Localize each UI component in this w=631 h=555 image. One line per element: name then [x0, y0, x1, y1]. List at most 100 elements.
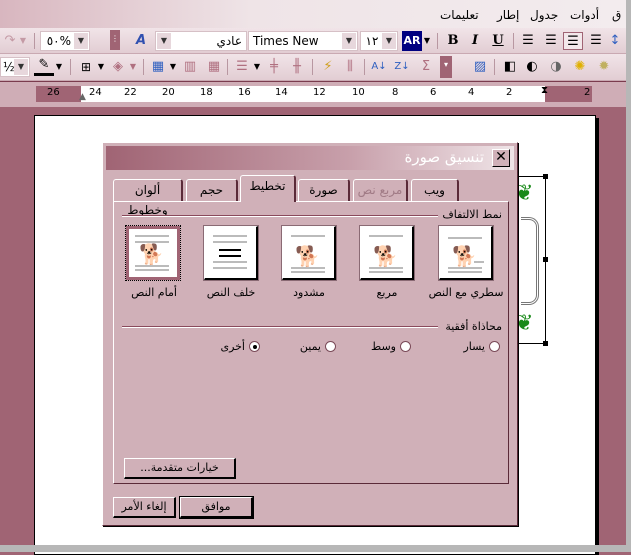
wrap-behind-label: خلف النص [206, 286, 256, 299]
ruler-tick: 10 [352, 87, 365, 98]
ruler-tick: 20 [162, 87, 175, 98]
redo-icon[interactable]: ↷ [0, 32, 20, 50]
align-left-radio[interactable]: يسار [463, 340, 500, 353]
chevron-down-icon[interactable]: ▼ [14, 59, 28, 75]
autosum-icon[interactable]: Σ [416, 58, 436, 76]
menu-help[interactable]: تعليمات [440, 8, 479, 22]
dog-behind-icon [213, 235, 247, 269]
shading-icon[interactable]: ◈ [108, 58, 128, 76]
wrap-inline[interactable]: 🐕 [438, 225, 494, 281]
cancel-button[interactable]: إلغاء الأمر [113, 497, 176, 518]
format-picture-dialog: تنسيق صورة ✕ ألوان وخطوط حجم تخطيط صورة … [102, 142, 518, 526]
ok-button[interactable]: موافق [179, 496, 254, 519]
wrap-tight[interactable]: 🐕 [281, 225, 337, 281]
chevron-down-icon[interactable]: ▼ [252, 58, 262, 76]
zoom-combo[interactable]: %٥٠ ▼ [40, 31, 90, 51]
sort-ascending-icon[interactable]: A↓ [369, 58, 389, 76]
color-icon[interactable]: ◧ [500, 58, 520, 76]
toolbar-options-icon[interactable]: ⋮ [110, 30, 120, 50]
text-direction-icon[interactable]: ⫼ [340, 58, 360, 76]
align-center-icon[interactable]: ☰ [541, 32, 561, 50]
language-dropdown-icon[interactable]: ▼ [422, 32, 432, 50]
insert-rows-icon[interactable]: ▦ [204, 58, 224, 76]
highlight-pen-icon[interactable]: ✎ [34, 58, 54, 76]
right-indent-marker[interactable]: ⧗ [541, 85, 548, 96]
line-spacing-icon[interactable]: ↕ [608, 32, 622, 50]
bold-button[interactable]: B [443, 32, 463, 50]
justify-icon[interactable]: ☰ [586, 32, 606, 50]
toolbar-options-icon[interactable]: ▾ [440, 56, 452, 78]
tab-web[interactable]: ويب [411, 179, 459, 201]
insert-picture-icon[interactable]: ▨ [470, 58, 490, 76]
chevron-down-icon[interactable]: ▼ [74, 33, 88, 49]
chevron-down-icon[interactable]: ▼ [54, 58, 64, 76]
align-right-radio[interactable]: يمين [300, 340, 336, 353]
menu-format[interactable]: ق [612, 8, 621, 22]
menu-table[interactable]: جدول [530, 8, 558, 22]
radio-right[interactable] [325, 341, 336, 352]
ruler-tick: 14 [275, 87, 288, 98]
italic-button[interactable]: I [465, 32, 485, 50]
align-left-icon[interactable]: ☰ [518, 32, 538, 50]
ruler-tick: 16 [238, 87, 251, 98]
wrap-square[interactable]: 🐕 [359, 225, 415, 281]
redo-dropdown-icon[interactable]: ▼ [18, 32, 28, 50]
ruler-tick: 22 [124, 87, 137, 98]
chevron-down-icon[interactable]: ▼ [96, 58, 106, 76]
more-contrast-icon[interactable]: ◐ [522, 58, 542, 76]
align-other-radio[interactable]: أخرى [220, 340, 260, 353]
left-indent-marker[interactable]: ▲ [79, 92, 86, 102]
resize-handle[interactable] [543, 341, 548, 346]
tab-picture[interactable]: صورة [298, 179, 350, 201]
menu-frame[interactable]: إطار [497, 8, 519, 22]
close-icon[interactable]: ✕ [492, 149, 510, 167]
language-button[interactable]: AR [402, 31, 422, 51]
radio-other[interactable] [249, 341, 260, 352]
wrap-tight-label: مشدود [293, 286, 325, 299]
wrap-behind-text[interactable] [203, 225, 259, 281]
chevron-down-icon[interactable]: ▼ [128, 58, 138, 76]
chevron-down-icon[interactable]: ▼ [382, 33, 396, 49]
chevron-down-icon[interactable]: ▼ [168, 58, 178, 76]
chevron-down-icon[interactable]: ▼ [342, 33, 356, 49]
align-right-icon[interactable]: ☰ [563, 32, 583, 50]
autoformat-icon[interactable]: ⚡ [318, 58, 338, 76]
align-cell-icon[interactable]: ☰ [232, 58, 252, 76]
zoom-value: %٥٠ [46, 34, 71, 48]
distribute-columns-icon[interactable]: ╫ [287, 58, 307, 76]
svg-text:🐕: 🐕 [139, 242, 164, 266]
underline-button[interactable]: U [488, 32, 508, 50]
styles-icon[interactable]: A [131, 32, 151, 50]
separator [143, 59, 144, 75]
sort-descending-icon[interactable]: Z↓ [392, 58, 412, 76]
font-size-combo[interactable]: ١٢ ▼ [360, 31, 398, 51]
less-contrast-icon[interactable]: ◑ [546, 58, 566, 76]
insert-table-icon[interactable]: ▦ [148, 58, 168, 76]
resize-handle[interactable] [543, 257, 548, 262]
more-brightness-icon[interactable]: ✺ [570, 58, 590, 76]
less-brightness-icon[interactable]: ✹ [594, 58, 614, 76]
menu-tools[interactable]: أدوات [570, 8, 599, 22]
tab-colors-lines[interactable]: ألوان وخطوط [113, 179, 183, 217]
font-combo[interactable]: Times New Roman ▼ [248, 31, 358, 66]
dialog-titlebar[interactable]: تنسيق صورة ✕ [106, 146, 514, 170]
radio-left[interactable] [489, 341, 500, 352]
tab-text-box[interactable]: مربع نص [353, 179, 408, 201]
chevron-down-icon[interactable]: ▼ [157, 33, 171, 49]
separator [364, 59, 365, 75]
wrap-in-front-of-text[interactable]: 🐕 [125, 225, 181, 281]
resize-handle[interactable] [543, 174, 548, 179]
radio-center[interactable] [400, 341, 411, 352]
advanced-options-button[interactable]: خيارات متقدمة... [124, 458, 236, 479]
svg-text:🐕: 🐕 [452, 244, 477, 268]
distribute-rows-icon[interactable]: ╪ [264, 58, 284, 76]
svg-text:🐕: 🐕 [295, 244, 320, 268]
line-weight-combo[interactable]: ½ ▼ [0, 57, 30, 77]
align-center-radio[interactable]: وسط [371, 340, 411, 353]
style-combo[interactable]: عادي ▼ [155, 31, 247, 51]
tab-size[interactable]: حجم [186, 179, 238, 201]
tab-layout[interactable]: تخطيط [240, 175, 296, 202]
borders-icon[interactable]: ⊞ [76, 58, 96, 76]
insert-columns-icon[interactable]: ▥ [180, 58, 200, 76]
window-shadow [626, 0, 631, 552]
